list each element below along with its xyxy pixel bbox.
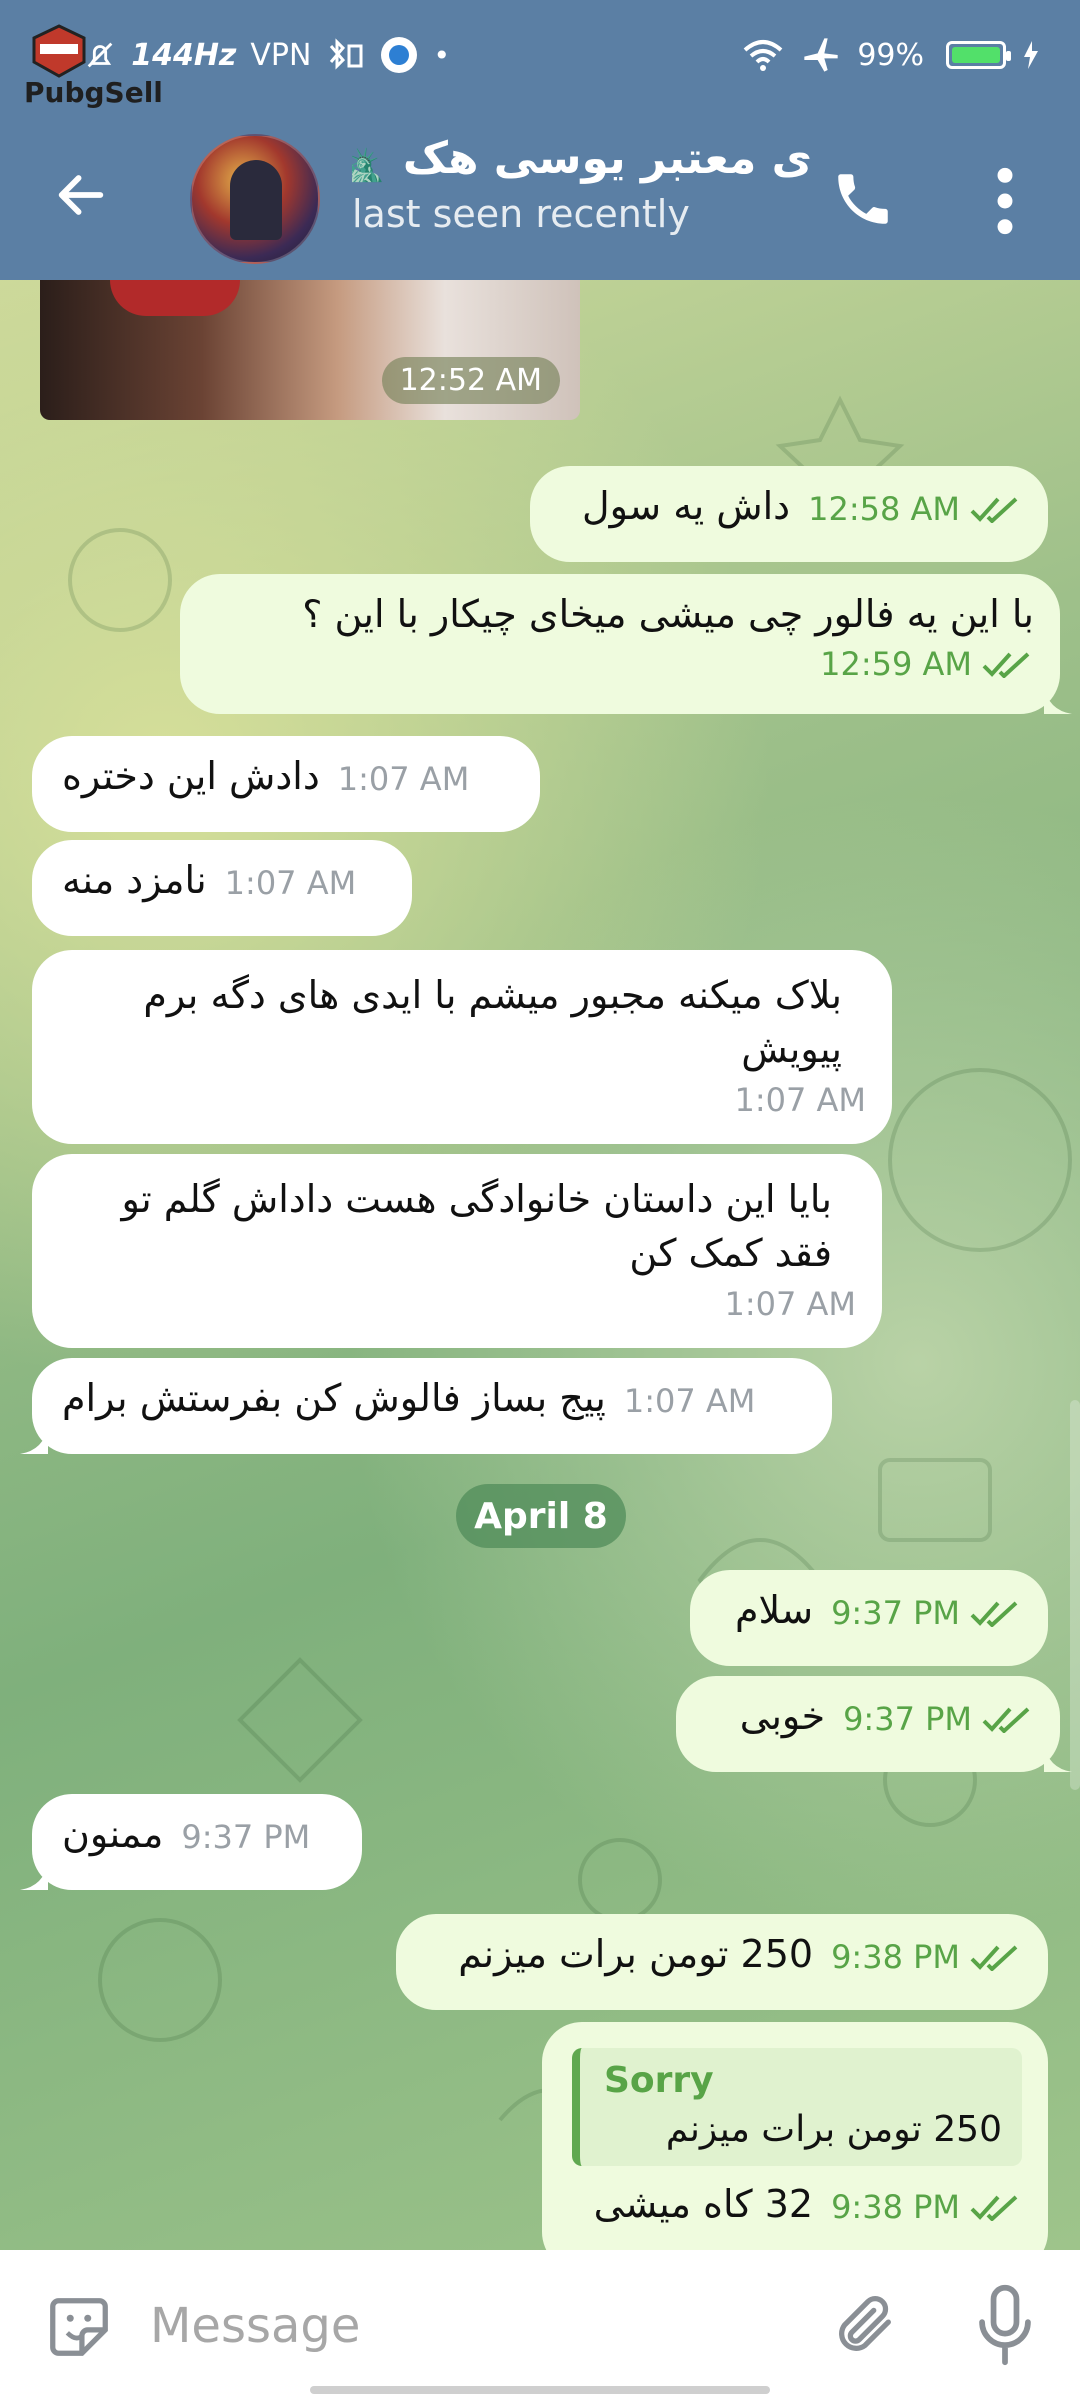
scrollbar[interactable]	[1070, 1400, 1080, 1790]
reply-text: 250 تومن برات میزنم	[665, 2109, 1002, 2150]
message-time: 12:58 AM	[808, 490, 960, 528]
reply-author: Sorry	[604, 2060, 714, 2101]
chat-area[interactable]: 12:52 AM داش یه سول 12:58 AM با این یه ف…	[0, 280, 1080, 2250]
message-text: بلاک میکنه مجبور میشم با ایدی های دگه بر…	[143, 973, 842, 1071]
message-meta: 9:37 PM	[181, 1818, 310, 1856]
message-time: 9:38 PM	[831, 1938, 960, 1976]
message-text: ممنون	[62, 1812, 164, 1856]
message-bubble-out[interactable]: داش یه سول 12:58 AM	[530, 466, 1048, 562]
photo-message[interactable]: 12:52 AM	[40, 280, 580, 420]
message-time: 12:59 AM	[820, 645, 972, 683]
sticker-icon[interactable]	[44, 2292, 114, 2362]
message-time: 9:38 PM	[831, 2188, 960, 2226]
app-notification-icon	[381, 37, 418, 73]
message-bubble-out[interactable]: 250 تومن برات میزنم 9:38 PM	[396, 1914, 1048, 2010]
mic-icon[interactable]	[970, 2282, 1040, 2368]
message-time: 9:37 PM	[831, 1594, 960, 1632]
photo-time: 12:52 AM	[381, 357, 560, 404]
battery-level	[952, 47, 1000, 63]
date-separator: April 8	[456, 1484, 626, 1548]
phone-icon[interactable]	[830, 166, 896, 232]
bluetooth-battery-icon	[330, 38, 363, 70]
message-text: پیج بساز فالوش کن بفرستش برام	[62, 1376, 606, 1420]
message-meta: 9:37 PM	[831, 1594, 1022, 1632]
battery-percent: 99%	[857, 37, 924, 73]
message-bubble-in[interactable]: ممنون 9:37 PM	[20, 1794, 362, 1890]
double-check-icon	[982, 652, 1030, 678]
wifi-icon	[743, 40, 783, 71]
more-vert-icon[interactable]	[990, 166, 1020, 236]
message-meta: 1:07 AM	[225, 864, 357, 902]
message-bubble-out[interactable]: Sorry 250 تومن برات میزنم 32 کاه میشی 9:…	[542, 2022, 1048, 2250]
double-check-icon	[970, 2195, 1018, 2221]
message-meta: 1:07 AM	[734, 1081, 866, 1119]
message-time: 1:07 AM	[623, 1382, 756, 1420]
chat-title-block[interactable]: ی معتبر یوسی هک 🗽 last seen recently	[352, 132, 812, 236]
home-indicator	[310, 2386, 770, 2394]
message-bubble-out[interactable]: با این یه فالور چی میشی میخای چیکار با ا…	[180, 574, 1072, 714]
message-time: 9:37 PM	[181, 1818, 311, 1856]
status-dot: •	[433, 38, 450, 72]
message-text: داش یه سول	[582, 484, 791, 528]
message-bubble-in[interactable]: پیج بساز فالوش کن بفرستش برام 1:07 AM	[20, 1358, 832, 1454]
message-bubble-in[interactable]: نامزد منه 1:07 AM	[32, 840, 412, 936]
message-meta: 1:07 AM	[724, 1285, 856, 1323]
back-arrow-icon[interactable]	[52, 166, 110, 224]
logo-text: PubgSell	[24, 76, 163, 109]
attach-icon[interactable]	[830, 2290, 900, 2360]
message-meta: 9:38 PM	[831, 2188, 1022, 2226]
message-meta: 12:58 AM	[808, 490, 1022, 528]
message-time: 1:07 AM	[724, 1285, 856, 1323]
bubble-tail	[20, 1426, 48, 1454]
chat-subtitle: last seen recently	[352, 192, 690, 236]
message-meta: 1:07 AM	[338, 760, 470, 798]
battery-icon	[946, 41, 1011, 69]
message-bubble-in[interactable]: بلاک میکنه مجبور میشم با ایدی های دگه بر…	[32, 950, 892, 1144]
status-bar: PubgSell 2: 144Hz VPN • 99%	[0, 0, 1080, 110]
message-bubble-in[interactable]: بایا این داستان خانوادگی هست داداش گلم ت…	[32, 1154, 882, 1348]
double-check-icon	[970, 1945, 1018, 1971]
message-text: 32 کاه میشی	[593, 2182, 814, 2226]
message-text: با این یه فالور چی میشی میخای چیکار با ا…	[302, 592, 1034, 636]
message-bubble-in[interactable]: دادش این دختره 1:07 AM	[32, 736, 540, 832]
message-time: 1:07 AM	[337, 760, 470, 798]
photo-detail	[110, 280, 240, 316]
message-time: 1:07 AM	[734, 1081, 866, 1119]
message-text: سلام	[735, 1588, 814, 1632]
message-meta: 9:37 PM	[843, 1700, 1034, 1738]
message-text: 250 تومن برات میزنم	[458, 1932, 814, 1976]
bubble-tail	[20, 1862, 48, 1890]
double-check-icon	[970, 497, 1018, 523]
message-text: خوبی	[739, 1694, 826, 1738]
double-check-icon	[970, 1601, 1018, 1627]
airplane-icon	[804, 38, 838, 72]
message-bubble-out[interactable]: خوبی 9:37 PM	[676, 1676, 1072, 1772]
message-composer	[0, 2250, 1080, 2400]
vpn-label: VPN	[250, 37, 312, 73]
reply-quote[interactable]: Sorry 250 تومن برات میزنم	[572, 2048, 1022, 2166]
message-time: 9:37 PM	[843, 1700, 972, 1738]
message-text: بایا این داستان خانوادگی هست داداش گلم ت…	[121, 1177, 832, 1275]
message-bubble-out[interactable]: سلام 9:37 PM	[690, 1570, 1048, 1666]
message-input[interactable]	[150, 2286, 790, 2366]
message-meta: 12:59 AM	[820, 645, 1034, 683]
message-text: نامزد منه	[62, 858, 207, 902]
charging-icon	[1024, 41, 1038, 69]
double-check-icon	[982, 1707, 1030, 1733]
chat-title: ی معتبر یوسی هک 🗽	[352, 133, 812, 184]
bubble-tail	[1044, 1744, 1072, 1772]
bubble-tail	[1044, 686, 1072, 714]
logo-emblem-icon	[32, 24, 86, 78]
avatar-figure	[230, 160, 282, 240]
message-time: 1:07 AM	[224, 864, 357, 902]
chat-header: ی معتبر یوسی هک 🗽 last seen recently	[0, 110, 1080, 280]
message-text: دادش این دختره	[62, 754, 320, 798]
message-meta: 1:07 AM	[624, 1382, 756, 1420]
message-meta: 9:38 PM	[831, 1938, 1022, 1976]
contact-avatar[interactable]	[190, 134, 320, 264]
pubgsell-logo: PubgSell	[24, 24, 164, 109]
